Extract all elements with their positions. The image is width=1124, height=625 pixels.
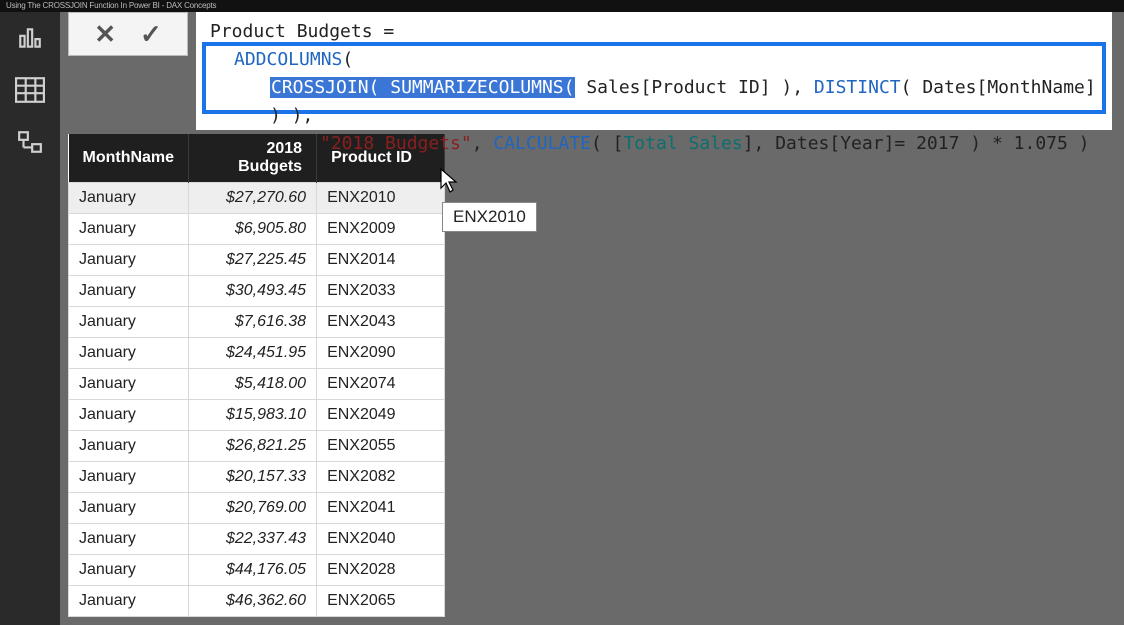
table-row[interactable]: January$44,176.05ENX2028 bbox=[69, 555, 445, 586]
table-row[interactable]: January$6,905.80ENX2009 bbox=[69, 214, 445, 245]
col-monthname[interactable]: MonthName bbox=[69, 134, 189, 183]
cell-productid[interactable]: ENX2009 bbox=[317, 214, 445, 245]
cell-budget[interactable]: $15,983.10 bbox=[189, 400, 317, 431]
table-row[interactable]: January$20,769.00ENX2041 bbox=[69, 493, 445, 524]
cell-productid[interactable]: ENX2028 bbox=[317, 555, 445, 586]
cell-budget[interactable]: $22,337.43 bbox=[189, 524, 317, 555]
table-row[interactable]: January$22,337.43ENX2040 bbox=[69, 524, 445, 555]
cell-budget[interactable]: $24,451.95 bbox=[189, 338, 317, 369]
table-row[interactable]: January$5,418.00ENX2074 bbox=[69, 369, 445, 400]
table-row[interactable]: January$27,270.60ENX2010 bbox=[69, 183, 445, 214]
cell-month[interactable]: January bbox=[69, 586, 189, 617]
formula-editor[interactable]: Product Budgets = ADDCOLUMNS( CROSSJOIN(… bbox=[196, 12, 1112, 130]
cell-budget[interactable]: $6,905.80 bbox=[189, 214, 317, 245]
cell-budget[interactable]: $30,493.45 bbox=[189, 276, 317, 307]
table-row[interactable]: January$26,821.25ENX2055 bbox=[69, 431, 445, 462]
cell-month[interactable]: January bbox=[69, 276, 189, 307]
cell-month[interactable]: January bbox=[69, 369, 189, 400]
view-switcher-rail bbox=[0, 12, 60, 625]
cell-productid[interactable]: ENX2055 bbox=[317, 431, 445, 462]
cell-month[interactable]: January bbox=[69, 245, 189, 276]
table-row[interactable]: January$27,225.45ENX2014 bbox=[69, 245, 445, 276]
table-row[interactable]: January$15,983.10ENX2049 bbox=[69, 400, 445, 431]
cell-budget[interactable]: $20,769.00 bbox=[189, 493, 317, 524]
cell-productid[interactable]: ENX2033 bbox=[317, 276, 445, 307]
cell-month[interactable]: January bbox=[69, 400, 189, 431]
fn-crossjoin: CROSSJOIN bbox=[271, 77, 369, 98]
cell-month[interactable]: January bbox=[69, 524, 189, 555]
window-title: Using The CROSSJOIN Function In Power BI… bbox=[0, 0, 1124, 12]
table-row[interactable]: January$30,493.45ENX2033 bbox=[69, 276, 445, 307]
cell-budget[interactable]: $5,418.00 bbox=[189, 369, 317, 400]
cell-month[interactable]: January bbox=[69, 338, 189, 369]
report-view-icon[interactable] bbox=[0, 12, 60, 64]
main-area: ✕ ✓ Product Budgets = ADDCOLUMNS( CROSSJ… bbox=[60, 12, 1124, 625]
model-view-icon[interactable] bbox=[0, 116, 60, 168]
cell-month[interactable]: January bbox=[69, 555, 189, 586]
cell-productid[interactable]: ENX2074 bbox=[317, 369, 445, 400]
commit-formula-button[interactable]: ✓ bbox=[140, 19, 162, 50]
data-view-icon[interactable] bbox=[0, 64, 60, 116]
cell-month[interactable]: January bbox=[69, 183, 189, 214]
cell-productid[interactable]: ENX2041 bbox=[317, 493, 445, 524]
formula-buttons: ✕ ✓ bbox=[68, 12, 188, 56]
cell-budget[interactable]: $20,157.33 bbox=[189, 462, 317, 493]
fn-distinct: DISTINCT bbox=[814, 77, 901, 98]
cell-budget[interactable]: $27,270.60 bbox=[189, 183, 317, 214]
results-table[interactable]: MonthName 2018 Budgets Product ID Januar… bbox=[68, 134, 445, 617]
table-row[interactable]: January$20,157.33ENX2082 bbox=[69, 462, 445, 493]
cell-productid[interactable]: ENX2040 bbox=[317, 524, 445, 555]
cell-budget[interactable]: $44,176.05 bbox=[189, 555, 317, 586]
cell-budget[interactable]: $27,225.45 bbox=[189, 245, 317, 276]
formula-name: Product Budgets = bbox=[210, 21, 394, 42]
cell-productid[interactable]: ENX2090 bbox=[317, 338, 445, 369]
cell-budget[interactable]: $46,362.60 bbox=[189, 586, 317, 617]
formula-bar-area: ✕ ✓ Product Budgets = ADDCOLUMNS( CROSSJ… bbox=[60, 12, 1124, 132]
cell-productid[interactable]: ENX2043 bbox=[317, 307, 445, 338]
cell-month[interactable]: January bbox=[69, 214, 189, 245]
table-row[interactable]: January$46,362.60ENX2065 bbox=[69, 586, 445, 617]
cell-month[interactable]: January bbox=[69, 431, 189, 462]
cell-productid[interactable]: ENX2082 bbox=[317, 462, 445, 493]
measure-total-sales: Total Sales bbox=[623, 133, 742, 154]
cell-month[interactable]: January bbox=[69, 307, 189, 338]
fn-calculate: CALCULATE bbox=[493, 133, 591, 154]
cancel-formula-button[interactable]: ✕ bbox=[94, 19, 116, 50]
cell-budget[interactable]: $26,821.25 bbox=[189, 431, 317, 462]
fn-addcolumns: ADDCOLUMNS bbox=[234, 49, 342, 70]
cell-productid[interactable]: ENX2010 bbox=[317, 183, 445, 214]
cell-productid[interactable]: ENX2014 bbox=[317, 245, 445, 276]
fn-summarizecolumns: SUMMARIZECOLUMNS bbox=[390, 77, 563, 98]
cell-month[interactable]: January bbox=[69, 493, 189, 524]
table-row[interactable]: January$7,616.38ENX2043 bbox=[69, 307, 445, 338]
table-row[interactable]: January$24,451.95ENX2090 bbox=[69, 338, 445, 369]
budgets-string: "2018 Budgets" bbox=[320, 133, 472, 154]
cell-productid[interactable]: ENX2049 bbox=[317, 400, 445, 431]
cell-budget[interactable]: $7,616.38 bbox=[189, 307, 317, 338]
cell-tooltip: ENX2010 bbox=[442, 202, 537, 232]
cell-month[interactable]: January bbox=[69, 462, 189, 493]
cell-productid[interactable]: ENX2065 bbox=[317, 586, 445, 617]
